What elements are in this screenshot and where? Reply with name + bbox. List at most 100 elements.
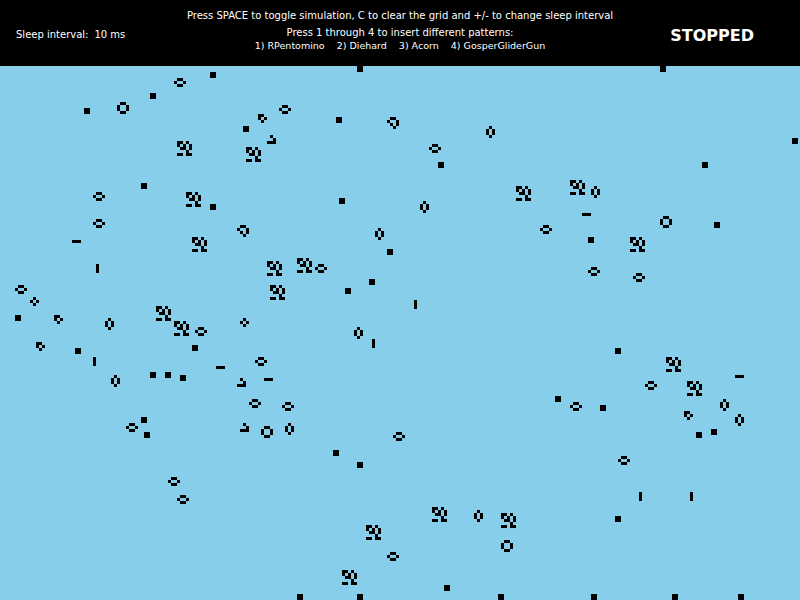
cell-pattern [30,297,39,306]
cell-pattern [117,102,129,114]
cell-pattern [174,321,189,336]
cell-pattern [150,372,156,378]
cell-pattern [210,72,216,78]
cell-pattern [168,477,180,486]
cell-pattern [540,225,552,234]
cell-pattern [357,462,363,468]
cell-pattern [75,348,81,354]
life-grid[interactable] [0,66,800,600]
cell-pattern [438,162,444,168]
cell-pattern [180,375,186,381]
pattern-option: 1) RPentomino [255,39,325,52]
cell-pattern [267,261,282,276]
pattern-option: 3) Acorn [399,39,439,52]
cell-pattern [630,237,645,252]
cell-pattern [156,306,171,321]
cell-pattern [633,273,645,282]
cell-pattern [15,315,21,321]
cell-pattern [687,381,702,396]
status-label: STOPPED [670,26,754,45]
cell-pattern [393,432,405,441]
cell-pattern [72,240,81,243]
cell-pattern [618,456,630,465]
sleep-interval: Sleep interval: 10 ms [0,26,190,40]
cell-pattern [333,450,339,456]
cell-pattern [720,399,729,411]
cell-pattern [735,375,744,378]
pattern-options: 1) RPentomino 2) Diehard 3) Acorn 4) Gosper… [190,39,610,52]
cell-pattern [177,495,189,504]
cell-pattern [555,396,561,402]
cell-pattern [666,357,681,372]
cell-pattern [126,423,138,432]
cell-pattern [141,417,147,423]
cell-pattern [264,378,273,381]
cell-pattern [615,516,621,522]
cell-pattern [684,411,693,420]
cell-pattern [36,342,45,351]
cell-pattern [345,288,351,294]
cell-pattern [672,594,678,600]
cell-pattern [714,222,720,228]
cell-pattern [111,375,120,387]
sleep-value: 10 ms [94,29,125,40]
cell-pattern [93,192,105,201]
cell-pattern [216,366,225,369]
cell-pattern [735,414,744,426]
cell-pattern [639,492,642,501]
cell-pattern [444,585,450,591]
cell-pattern [186,192,201,207]
cell-pattern [660,66,666,72]
cell-pattern [429,144,441,153]
cell-pattern [387,249,393,255]
cell-pattern [501,513,516,528]
cell-pattern [297,594,303,600]
cell-pattern [249,399,261,408]
cell-pattern [336,117,342,123]
cell-pattern [372,339,375,348]
cell-pattern [702,162,708,168]
cell-pattern [246,147,261,162]
cell-pattern [240,318,249,327]
cell-pattern [282,402,294,411]
cell-pattern [192,345,198,351]
cell-pattern [582,213,591,216]
cell-pattern [141,183,147,189]
cell-pattern [177,141,192,156]
pattern-option: 4) GosperGliderGun [451,39,546,52]
sleep-label: Sleep interval: [16,29,88,40]
cell-pattern [432,507,447,522]
cell-pattern [354,327,363,339]
cell-pattern [237,378,246,387]
cell-pattern [690,492,693,501]
cell-pattern [261,426,273,438]
cell-pattern [240,423,249,432]
cell-pattern [195,327,207,336]
patterns-prompt: Press 1 through 4 to insert different pa… [287,27,514,38]
cell-pattern [375,228,384,240]
cell-pattern [516,186,531,201]
cell-pattern [285,423,294,435]
cell-pattern [93,357,96,366]
cell-pattern [54,315,63,324]
cell-pattern [210,204,216,210]
pattern-option: 2) Diehard [337,39,387,52]
cell-pattern [15,285,27,294]
cell-pattern [105,318,114,330]
cell-pattern [615,348,621,354]
cell-pattern [96,264,99,273]
grid-canvas[interactable] [0,66,800,600]
cell-pattern [570,180,585,195]
cell-pattern [591,186,600,198]
cell-pattern [498,594,504,600]
cell-pattern [357,594,363,600]
cell-pattern [792,138,798,144]
cell-pattern [297,258,312,273]
cell-pattern [570,402,582,411]
cell-pattern [711,429,717,435]
cell-pattern [420,201,429,213]
cell-pattern [486,126,495,138]
cell-pattern [387,552,399,561]
cell-pattern [591,594,597,600]
cell-pattern [414,300,417,309]
